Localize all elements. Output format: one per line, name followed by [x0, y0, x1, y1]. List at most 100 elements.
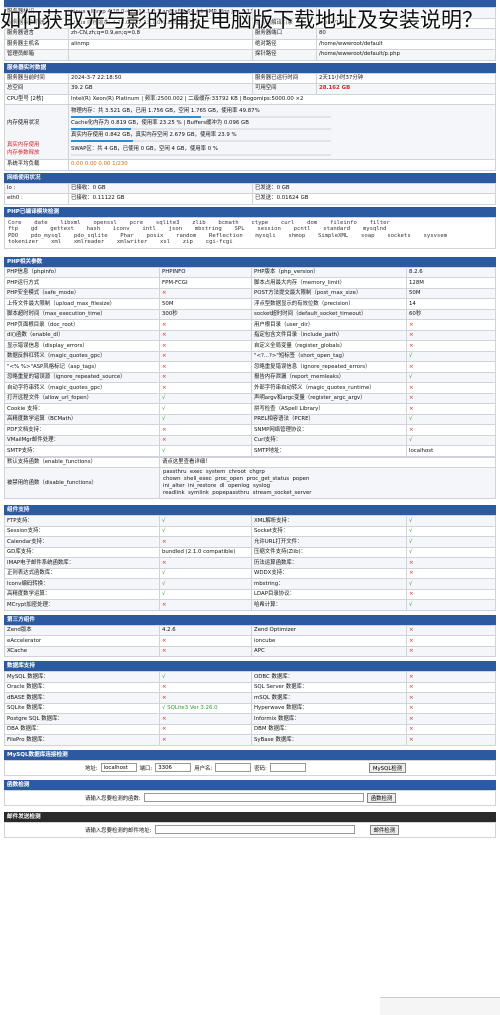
- php-param-label: 打开远程文件（allow_url_fopen）: [4, 392, 160, 405]
- mysql-user-label: 用户名:: [194, 765, 213, 772]
- php-param-label: 忽略重复错误信息（ignore_repeated_errors）: [251, 361, 407, 373]
- php-param-value: ×: [159, 361, 252, 373]
- database-table: MySQL 数据库： √ ODBC 数据库： × Oracle 数据库： × SQL Ser…: [4, 671, 496, 746]
- php-param-value: ×: [159, 382, 252, 394]
- component-label: MCrypt加密处理：: [4, 599, 160, 611]
- database-label: SQLite 数据库：: [4, 702, 160, 715]
- database-label: ODBC 数据库：: [251, 671, 407, 683]
- component-label: 哈希计算：: [251, 599, 407, 611]
- third-party-value: 4.2.6: [159, 624, 252, 637]
- network-value: 已接收：0.11122 GB: [68, 193, 253, 205]
- component-value: √: [406, 578, 496, 590]
- php-param-value: √: [159, 445, 252, 457]
- database-value: ×: [159, 734, 252, 746]
- php-param-label: 浮点型数据显示的有效位数（precision）: [251, 298, 407, 310]
- php-param-label: 数据反斜杠转义（magic_quotes_gpc）: [4, 350, 160, 363]
- mysql-check-form: 地址: 端口: 用户名: 密码: MySQL检测: [4, 759, 496, 776]
- php-param-label: PREL相容语法（PCRE）: [251, 413, 407, 426]
- network-row: eth0 : 已接收：0.11122 GB 已发送：0.01624 GB: [4, 193, 496, 205]
- mem-bar-real: [71, 140, 331, 142]
- php-param-row: "<% %>"ASP风格标记（asp_tags） × 忽略重复错误信息（ignore…: [4, 361, 496, 373]
- database-value: ×: [406, 702, 496, 715]
- third-party-header: 第三方组件: [4, 614, 496, 625]
- mysql-pass-input[interactable]: [269, 763, 306, 773]
- php-param-label: 拼写检查（ASpell Library）: [251, 403, 407, 415]
- mysql-user-input[interactable]: [215, 763, 252, 773]
- third-party-value: ×: [406, 645, 496, 658]
- network-value: 已接收：0 GB: [68, 182, 253, 194]
- component-label: XML解析支持：: [251, 515, 407, 527]
- disabled-functions-value: passthru exec system chroot chgrp chown …: [159, 467, 496, 500]
- third-party-label: ioncube: [251, 635, 407, 647]
- network-label: 已发送：0.01624 GB: [252, 193, 496, 205]
- php-param-row: 打开远程文件（allow_url_fopen） √ 声明argv和argc变量（re…: [4, 392, 496, 405]
- database-label: SQL Server 数据库：: [251, 681, 407, 694]
- total-label: 总空间: [4, 83, 69, 95]
- database-value: ×: [159, 713, 252, 725]
- mem-label: 内存使用状况: [7, 120, 40, 126]
- component-value: √: [159, 567, 252, 580]
- third-party-row: XCache × APC ×: [4, 645, 496, 658]
- php-param-value: 14: [406, 298, 496, 310]
- php-param-row: 脚本超时时间（max_execution_time） 300秒 socket超时时间…: [4, 308, 496, 321]
- php-param-row: PHP页面根目录（doc_root） × 用户根目录（user_dir） ×: [4, 319, 496, 331]
- php-params-table: PHP信息（phpinfo） PHPINFO PHP版本（php_version） 8…: [4, 266, 496, 457]
- network-label: lo :: [4, 182, 69, 194]
- function-check-button[interactable]: 函数检测: [366, 792, 397, 803]
- mem-used-label: 真实内存使用: [7, 142, 40, 148]
- function-check-input[interactable]: [143, 793, 364, 803]
- mem-line-swap: SWAP区：共 4 GB，已使用 0 GB，空闲 4 GB，使用率 0 %: [71, 146, 219, 152]
- corner-watermark-area: [380, 997, 500, 1015]
- database-value: ×: [159, 723, 252, 736]
- overlay-title: 如何获取光与影的捕捉电脑版下载地址及安装说明？: [0, 8, 483, 32]
- third-party-label: eAccelerator: [4, 635, 160, 647]
- php-param-row: 显示错误信息（display_errors） × 自定义全局变量（register_…: [4, 340, 496, 352]
- php-param-value: √: [159, 403, 252, 415]
- component-value: √: [159, 515, 252, 527]
- realtime-header: 服务器实时数据: [4, 62, 496, 73]
- php-param-value: ×: [159, 434, 252, 447]
- third-party-value: ×: [159, 645, 252, 658]
- php-param-label: "<% %>"ASP风格标记（asp_tags）: [4, 361, 160, 373]
- php-param-label: 指定包含文件目录（include_path）: [251, 329, 407, 342]
- php-param-row: VMailMgr邮件处理： × Curl支持： √: [4, 434, 496, 447]
- components-header: 组件支持: [4, 505, 496, 516]
- database-value: ×: [406, 713, 496, 725]
- mysql-check-button[interactable]: MySQL检测: [368, 762, 407, 773]
- component-label: 正则表达式函数库：: [4, 567, 160, 580]
- database-value: ×: [406, 692, 496, 704]
- component-row: 正则表达式函数库： √ WDDX支持： ×: [4, 567, 496, 580]
- php-param-value: ×: [159, 340, 252, 352]
- database-value: ×: [159, 681, 252, 694]
- mysql-host-input[interactable]: [100, 763, 137, 773]
- database-row: MySQL 数据库： √ ODBC 数据库： ×: [4, 671, 496, 683]
- cpu-label: CPU型号 [2核]: [4, 93, 69, 105]
- enabled-functions-link[interactable]: 请点这里查看详细！: [159, 456, 496, 469]
- mysql-port-input[interactable]: [155, 763, 192, 773]
- cpu-value: Intel(R) Xeon(R) Platinum | 频率:2500.002 …: [68, 93, 496, 105]
- component-label: Calendar支持：: [4, 536, 160, 548]
- php-param-value: 60秒: [406, 308, 496, 321]
- database-row: FilePro 数据库： × SyBase 数据库： ×: [4, 734, 496, 746]
- component-label: IMAP电子邮件系统函数库：: [4, 557, 160, 569]
- mail-check-input[interactable]: [154, 825, 355, 835]
- php-param-value: ×: [406, 329, 496, 342]
- database-label: Informix 数据库：: [251, 713, 407, 725]
- php-param-label: 外部字符串自动转义（magic_quotes_runtime）: [251, 382, 407, 394]
- php-param-value: ×: [406, 361, 496, 373]
- mail-check-header: 邮件发送检测: [4, 811, 496, 822]
- time-value: 2024-3-7 22:18:50: [68, 72, 253, 84]
- php-param-label: 高精度数学运算（BCMath）: [4, 413, 160, 426]
- component-value: ×: [406, 567, 496, 580]
- php-param-row: 数据反斜杠转义（magic_quotes_gpc） × "<?...?>"短标签（s…: [4, 350, 496, 363]
- component-value: ×: [159, 536, 252, 548]
- function-check-header: 函数检测: [4, 779, 496, 790]
- component-row: GD库支持： bundled (2.1.0 compatible) 压缩文件支持(Z…: [4, 546, 496, 559]
- server-info-label: 管理员邮箱: [4, 49, 69, 61]
- php-param-value: ×: [406, 382, 496, 394]
- database-label: Postgre SQL 数据库：: [4, 713, 160, 725]
- component-row: Iconv编码转换： √ mbstring： √: [4, 578, 496, 590]
- mem-bar-physical-fill: [71, 116, 201, 118]
- mail-check-button[interactable]: 邮件检测: [369, 824, 400, 835]
- load-value: 0.00 0.00 0.00 1/230: [68, 159, 496, 171]
